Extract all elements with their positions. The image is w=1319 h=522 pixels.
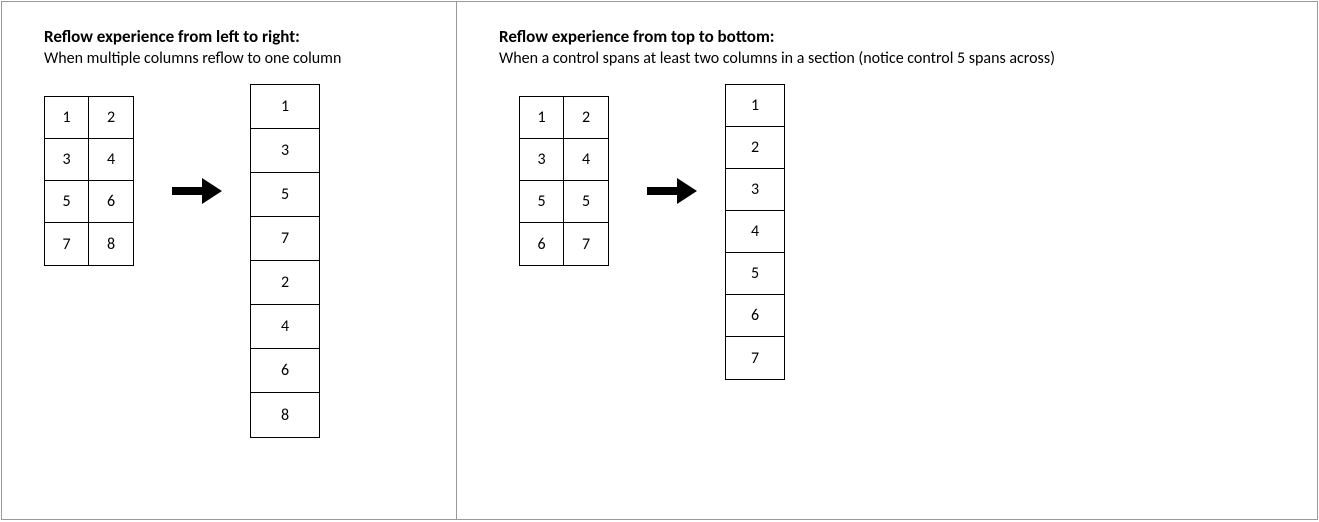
left-subtitle: When multiple columns reflow to one colu… bbox=[44, 49, 428, 68]
grid-cell: 1 bbox=[520, 97, 564, 139]
list-cell: 4 bbox=[251, 305, 319, 349]
list-cell: 3 bbox=[726, 169, 784, 211]
grid-cell: 5 bbox=[564, 181, 608, 223]
grid-cell: 2 bbox=[89, 97, 133, 139]
left-panel: Reflow experience from left to right: Wh… bbox=[2, 2, 457, 519]
list-cell: 2 bbox=[726, 127, 784, 169]
grid-cell: 2 bbox=[564, 97, 608, 139]
left-source-grid: 1 2 3 4 5 6 7 8 bbox=[44, 96, 134, 266]
list-cell: 2 bbox=[251, 261, 319, 305]
right-result-list: 1 2 3 4 5 6 7 bbox=[725, 84, 785, 380]
grid-cell: 7 bbox=[564, 223, 608, 265]
grid-cell: 8 bbox=[89, 223, 133, 265]
left-result-list: 1 3 5 7 2 4 6 8 bbox=[250, 84, 320, 438]
grid-cell: 4 bbox=[564, 139, 608, 181]
grid-cell: 3 bbox=[520, 139, 564, 181]
list-cell: 7 bbox=[251, 217, 319, 261]
list-cell: 6 bbox=[251, 349, 319, 393]
right-subtitle: When a control spans at least two column… bbox=[499, 49, 1289, 68]
grid-cell: 5 bbox=[520, 181, 564, 223]
right-source-grid: 1 2 3 4 5 5 6 7 bbox=[519, 96, 609, 266]
right-arrow-icon bbox=[172, 182, 224, 200]
list-cell: 5 bbox=[726, 253, 784, 295]
grid-cell: 5 bbox=[45, 181, 89, 223]
grid-cell: 7 bbox=[45, 223, 89, 265]
list-cell: 6 bbox=[726, 295, 784, 337]
right-panel: Reflow experience from top to bottom: Wh… bbox=[457, 2, 1317, 519]
grid-cell: 6 bbox=[520, 223, 564, 265]
grid-cell: 3 bbox=[45, 139, 89, 181]
diagram-frame: Reflow experience from left to right: Wh… bbox=[1, 1, 1318, 520]
left-title: Reflow experience from left to right: bbox=[44, 26, 428, 47]
right-arrow-icon bbox=[647, 182, 699, 200]
list-cell: 1 bbox=[726, 85, 784, 127]
left-row: 1 2 3 4 5 6 7 8 1 3 5 7 2 4 6 8 bbox=[44, 96, 428, 438]
right-row: 1 2 3 4 5 5 6 7 1 2 3 4 5 6 7 bbox=[499, 96, 1289, 380]
grid-cell: 6 bbox=[89, 181, 133, 223]
list-cell: 8 bbox=[251, 393, 319, 437]
list-cell: 4 bbox=[726, 211, 784, 253]
grid-cell: 1 bbox=[45, 97, 89, 139]
right-title: Reflow experience from top to bottom: bbox=[499, 26, 1289, 47]
list-cell: 7 bbox=[726, 337, 784, 379]
grid-cell: 4 bbox=[89, 139, 133, 181]
list-cell: 5 bbox=[251, 173, 319, 217]
list-cell: 3 bbox=[251, 129, 319, 173]
list-cell: 1 bbox=[251, 85, 319, 129]
